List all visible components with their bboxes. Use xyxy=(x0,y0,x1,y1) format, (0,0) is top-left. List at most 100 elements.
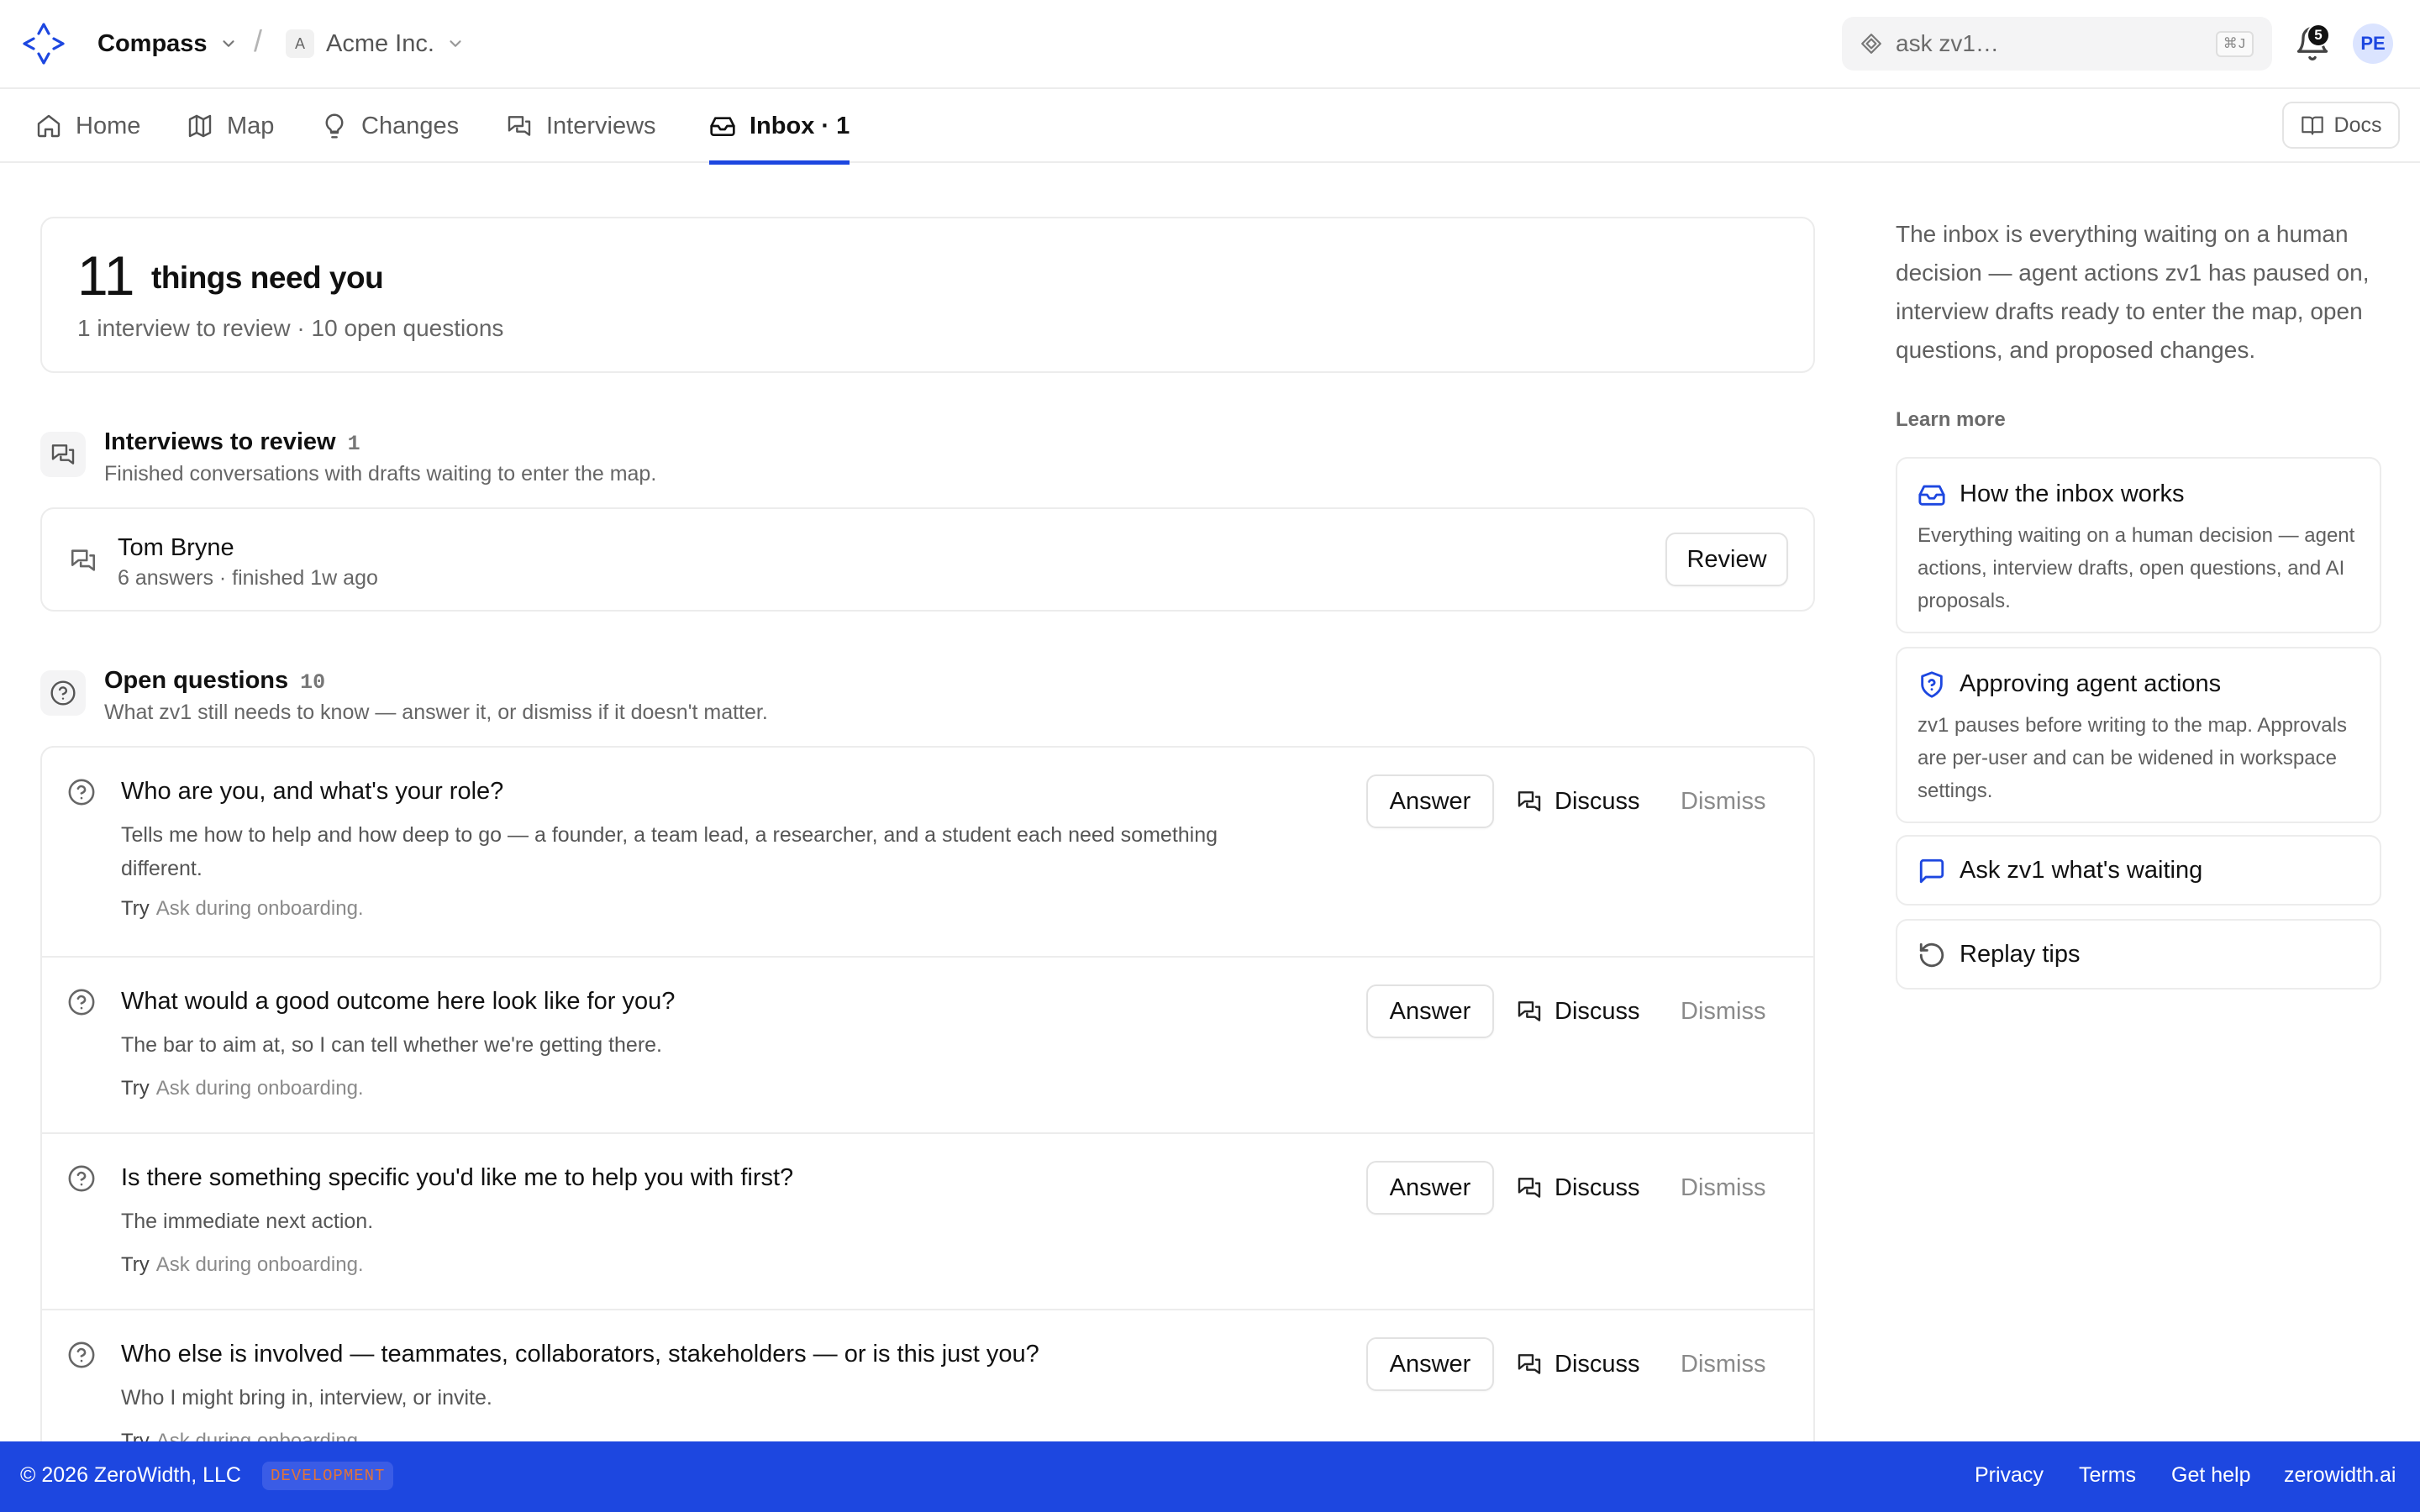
chat-icon xyxy=(1919,858,1944,884)
tab-label: Interviews xyxy=(546,112,656,139)
help-card-replay-tips[interactable]: Replay tips xyxy=(1896,919,2381,990)
question-circle-icon xyxy=(68,989,95,1016)
discuss-button[interactable]: Discuss xyxy=(1516,774,1640,828)
inbox-icon xyxy=(710,117,735,136)
user-avatar[interactable]: PE xyxy=(2353,24,2393,64)
tab-inbox[interactable]: Inbox · 1 xyxy=(709,89,850,165)
help-card-description: Everything waiting on a human decision —… xyxy=(1918,524,2355,612)
tab-changes[interactable]: Changes xyxy=(321,89,459,163)
chat-bubbles-icon xyxy=(1518,791,1541,811)
interview-meta: 6 answers · finished 1w ago xyxy=(118,566,378,590)
question-title: Is there something specific you'd like m… xyxy=(121,1164,794,1191)
home-icon xyxy=(37,114,60,138)
app-name: Compass xyxy=(97,29,208,57)
chat-bubbles-icon xyxy=(1518,1354,1541,1374)
help-card-approvals[interactable]: Approving agent actions zv1 pauses befor… xyxy=(1896,647,2381,823)
help-card-title: Replay tips xyxy=(1960,941,2081,968)
chat-bubbles-icon xyxy=(508,116,531,136)
map-icon xyxy=(188,114,212,138)
open-questions-list: Who are you, and what's your role? Tells… xyxy=(40,746,1815,1512)
question-circle-icon xyxy=(50,680,76,706)
tab-home[interactable]: Home xyxy=(35,89,140,163)
dismiss-button[interactable]: Dismiss xyxy=(1681,1161,1766,1215)
org-avatar: A xyxy=(286,29,314,58)
discuss-button[interactable]: Discuss xyxy=(1516,984,1640,1038)
answer-button[interactable]: Answer xyxy=(1366,1337,1494,1391)
summary-card: 11 things need you 1 interview to review… xyxy=(40,217,1815,373)
main-nav: Home Map Changes Interviews Inbox · 1 Do… xyxy=(0,89,2420,165)
compass-logo-icon[interactable] xyxy=(22,22,66,66)
question-title: Who are you, and what's your role? xyxy=(121,778,504,805)
summary-title: things need you xyxy=(151,260,384,295)
sparkle-diamond-icon xyxy=(1861,34,1881,54)
question-description: The bar to aim at, so I can tell whether… xyxy=(121,1033,662,1057)
environment-badge: DEVELOPMENT xyxy=(262,1462,394,1490)
review-button[interactable]: Review xyxy=(1665,533,1788,586)
section-icon-box xyxy=(40,670,86,716)
ask-search-input[interactable] xyxy=(1896,30,2202,57)
search-shortcut-hint: ⌘J xyxy=(2215,30,2254,57)
question-description: The immediate next action. xyxy=(121,1210,374,1233)
copyright-text: © 2026 ZeroWidth, LLC xyxy=(20,1463,241,1487)
answer-button[interactable]: Answer xyxy=(1366,984,1494,1038)
question-item: Who are you, and what's your role? Tells… xyxy=(42,748,1813,958)
tab-interviews[interactable]: Interviews xyxy=(506,89,656,163)
footer-link-terms[interactable]: Terms xyxy=(2079,1463,2136,1488)
question-circle-icon xyxy=(68,1165,95,1192)
chat-bubbles-icon xyxy=(71,549,96,571)
section-title: Interviews to review 1 xyxy=(104,428,360,456)
section-subtitle: What zv1 still needs to know — answer it… xyxy=(104,701,768,724)
inbox-intro-text: The inbox is everything waiting on a hum… xyxy=(1896,221,2370,363)
tab-label: Map xyxy=(227,112,275,139)
chat-bubbles-icon xyxy=(1518,1178,1541,1198)
org-name: Acme Inc. xyxy=(326,29,434,57)
app-switcher[interactable]: Compass xyxy=(97,25,238,62)
shield-question-icon xyxy=(1921,671,1943,698)
help-card-title: Ask zv1 what's waiting xyxy=(1960,857,2203,884)
interviewee-name: Tom Bryne xyxy=(118,534,234,561)
dismiss-button[interactable]: Dismiss xyxy=(1681,774,1766,828)
help-card-title: How the inbox works xyxy=(1960,480,2185,507)
question-try-hint: TryAsk during onboarding. xyxy=(121,897,364,920)
lightbulb-icon xyxy=(325,113,344,139)
footer-link-zerowidth[interactable]: zerowidth.ai xyxy=(2284,1463,2396,1488)
docs-label: Docs xyxy=(2333,113,2382,137)
top-bar: Compass / A Acme Inc. ⌘J 5 PE xyxy=(0,0,2420,89)
chat-bubbles-icon xyxy=(1518,1001,1541,1021)
help-card-ask-zv1[interactable]: Ask zv1 what's waiting xyxy=(1896,835,2381,906)
chat-bubbles-icon xyxy=(51,444,75,465)
question-title: Who else is involved — teammates, collab… xyxy=(121,1341,1039,1368)
tab-label: Changes xyxy=(361,112,460,139)
help-card-inbox[interactable]: How the inbox works Everything waiting o… xyxy=(1896,457,2381,633)
question-item: What would a good outcome here look like… xyxy=(42,958,1813,1134)
learn-more-heading: Learn more xyxy=(1896,408,2006,431)
discuss-button[interactable]: Discuss xyxy=(1516,1161,1640,1215)
book-icon xyxy=(2301,116,2323,135)
question-description: Who I might bring in, interview, or invi… xyxy=(121,1386,492,1410)
ask-search-box[interactable]: ⌘J xyxy=(1842,17,2272,71)
org-switcher[interactable]: A Acme Inc. xyxy=(286,25,465,62)
docs-button[interactable]: Docs xyxy=(2282,102,2400,149)
section-subtitle: Finished conversations with drafts waiti… xyxy=(104,462,657,486)
section-title: Open questions 10 xyxy=(104,667,326,695)
answer-button[interactable]: Answer xyxy=(1366,1161,1494,1215)
chevron-down-icon xyxy=(222,40,234,47)
question-item: Is there something specific you'd like m… xyxy=(42,1134,1813,1310)
question-circle-icon xyxy=(68,1341,95,1368)
footer-link-privacy[interactable]: Privacy xyxy=(1975,1463,2044,1488)
footer-link-help[interactable]: Get help xyxy=(2171,1463,2251,1488)
answer-button[interactable]: Answer xyxy=(1366,774,1494,828)
notification-count-badge: 5 xyxy=(2307,24,2330,47)
dismiss-button[interactable]: Dismiss xyxy=(1681,1337,1766,1391)
help-card-title: Approving agent actions xyxy=(1960,670,2222,697)
interview-item[interactable]: Tom Bryne 6 answers · finished 1w ago Re… xyxy=(40,507,1815,612)
section-icon-box xyxy=(40,432,86,477)
tab-map[interactable]: Map xyxy=(187,89,274,163)
section-count: 1 xyxy=(347,432,360,456)
dismiss-button[interactable]: Dismiss xyxy=(1681,984,1766,1038)
summary-count: 11 xyxy=(77,244,135,307)
discuss-button[interactable]: Discuss xyxy=(1516,1337,1640,1391)
help-card-description: zv1 pauses before writing to the map. Ap… xyxy=(1918,714,2347,802)
breadcrumb-separator: / xyxy=(254,24,263,58)
section-count: 10 xyxy=(300,670,326,695)
